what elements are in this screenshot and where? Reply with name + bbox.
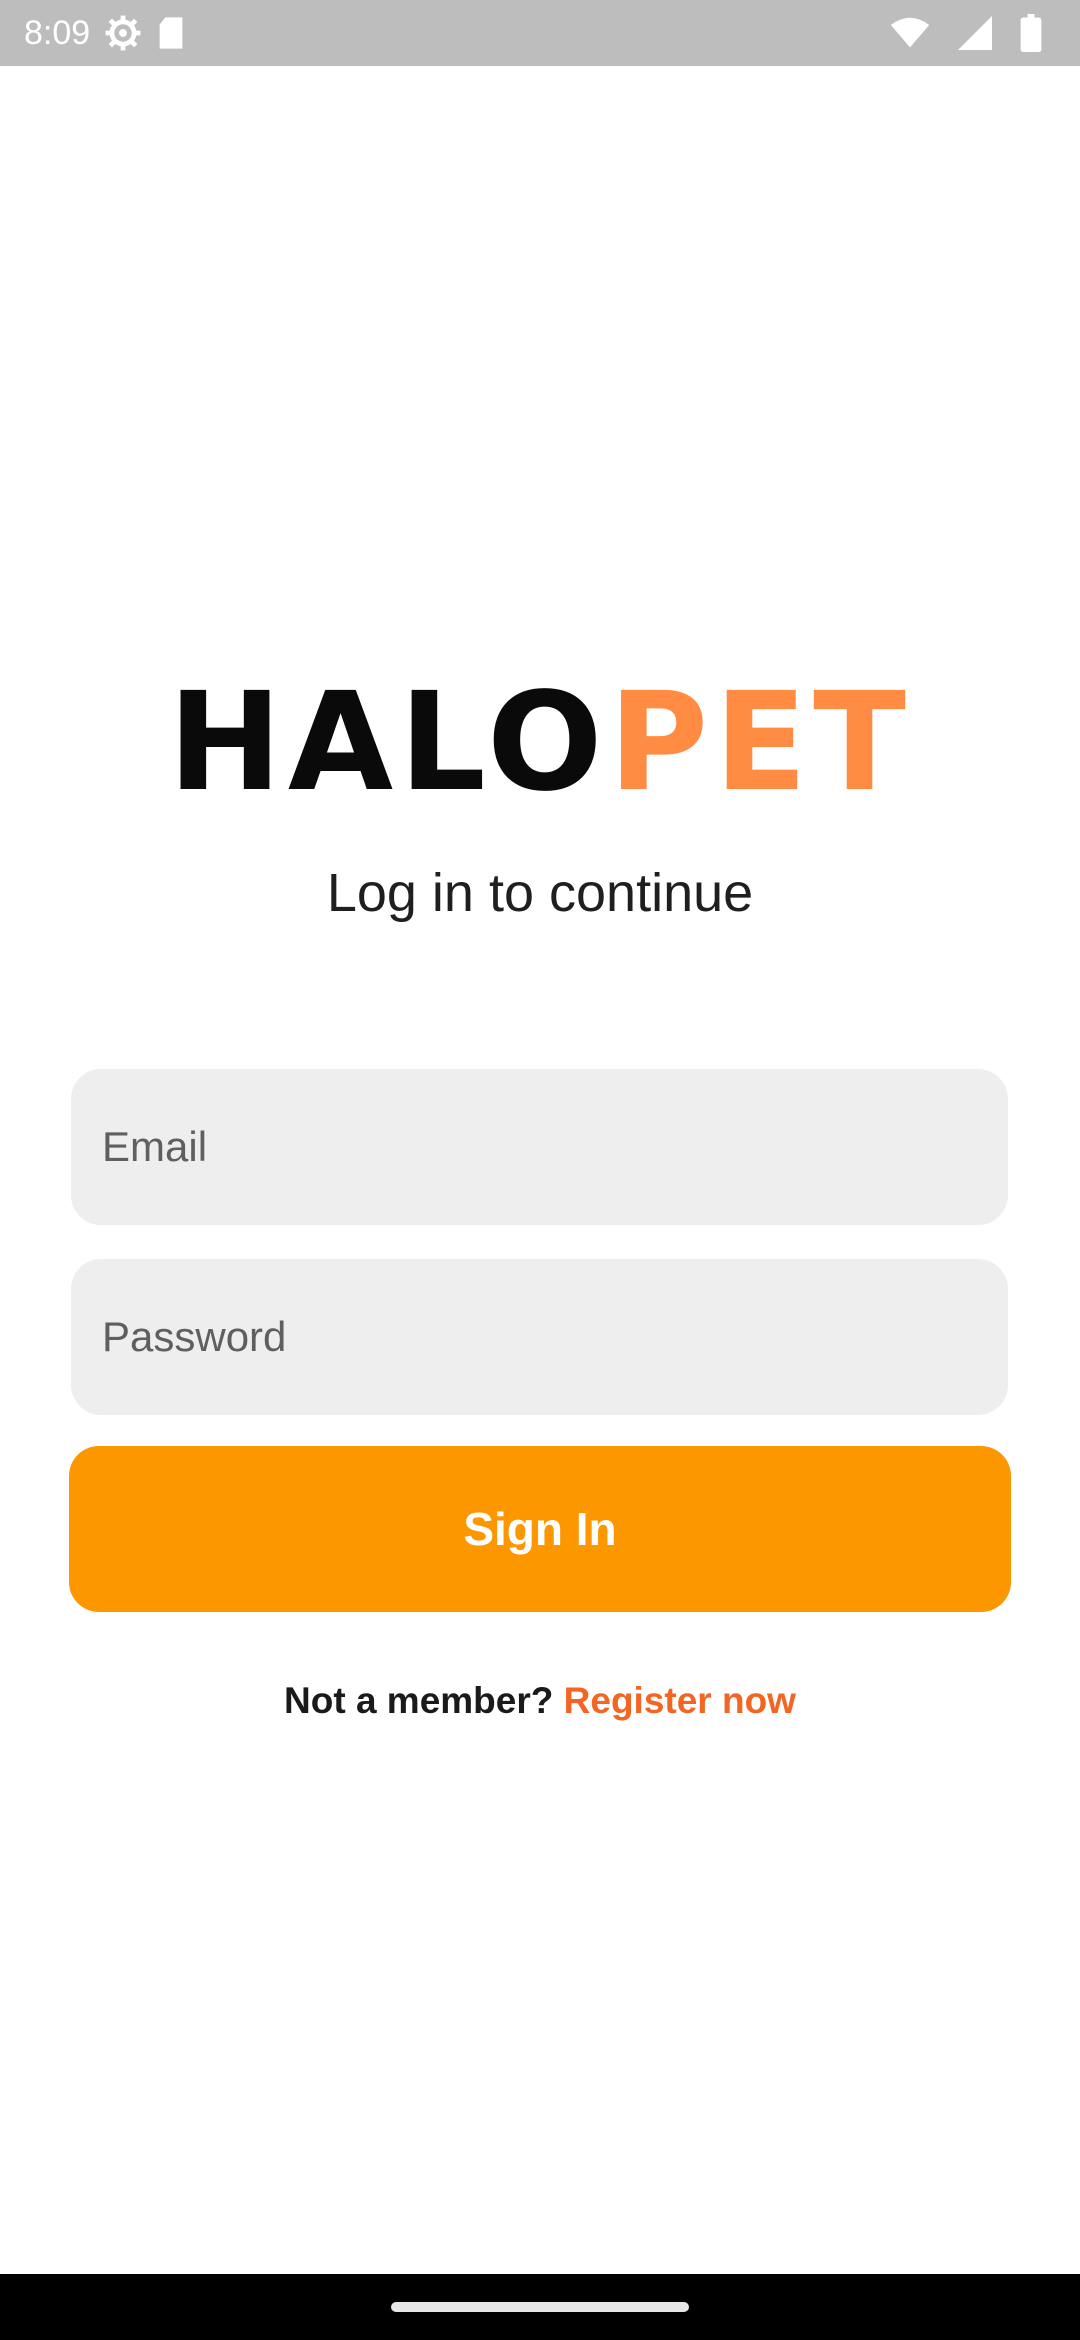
signal-icon xyxy=(958,16,992,50)
halopet-logo: HALOPET xyxy=(0,668,1080,818)
home-gesture-handle[interactable] xyxy=(391,2302,689,2312)
logo-text-pet: PET xyxy=(608,664,912,822)
register-row: Not a member? Register now xyxy=(0,1680,1080,1722)
register-now-link[interactable]: Register now xyxy=(564,1680,796,1721)
page-subtitle: Log in to continue xyxy=(326,863,754,923)
email-field-container xyxy=(71,1069,1008,1225)
status-indicators xyxy=(890,14,1056,52)
password-input[interactable] xyxy=(102,1313,977,1361)
settings-icon xyxy=(104,14,142,52)
login-screen: 8:09 HALOPET Log in to continue Email Si… xyxy=(0,0,1080,2340)
status-time: 8:09 xyxy=(24,13,91,52)
email-input[interactable] xyxy=(102,1123,977,1171)
password-field-container xyxy=(71,1259,1008,1415)
sign-in-button[interactable]: Sign In xyxy=(69,1446,1011,1612)
logo-text-halo: HALO xyxy=(168,664,609,822)
register-prompt: Not a member? xyxy=(284,1680,564,1721)
status-bar: 8:09 xyxy=(0,0,1080,66)
wifi-icon xyxy=(890,17,930,49)
battery-icon xyxy=(1020,14,1042,52)
sd-card-icon xyxy=(156,16,186,50)
navigation-bar xyxy=(0,2274,1080,2340)
